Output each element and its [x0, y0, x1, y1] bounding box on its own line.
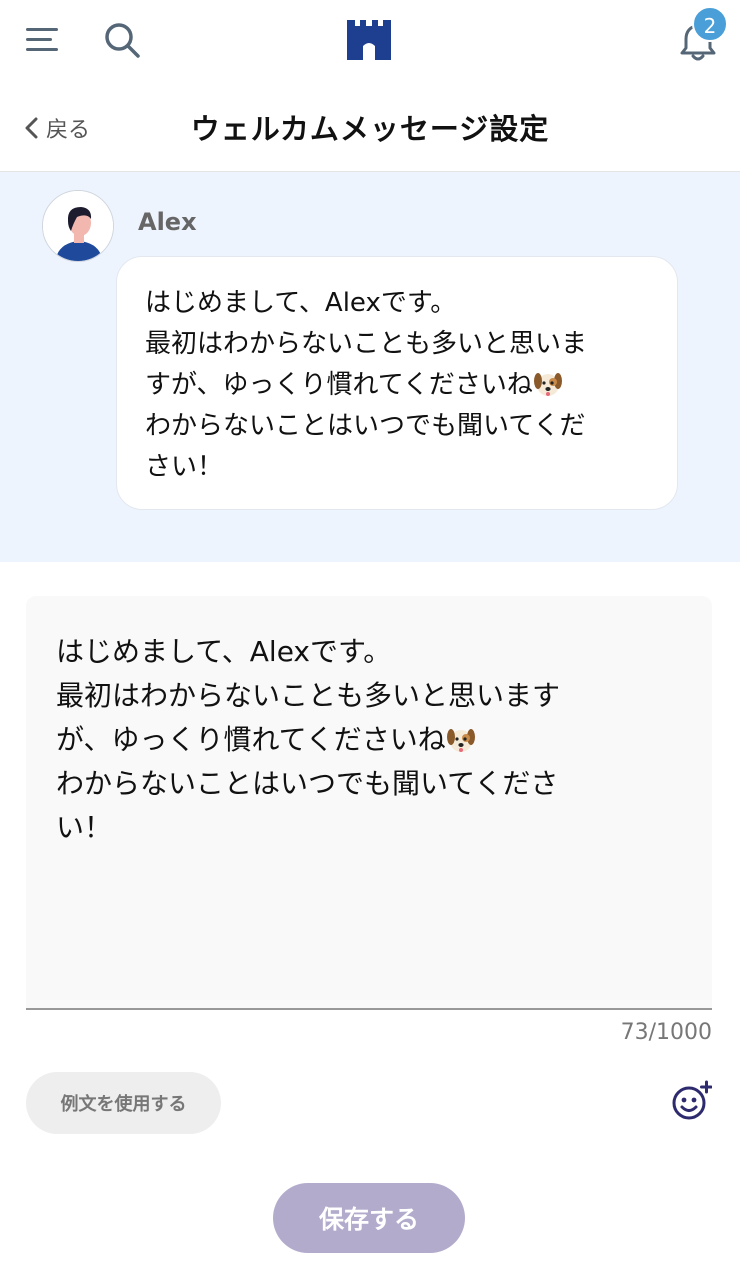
dog-emoji-icon: [533, 373, 562, 396]
dog-emoji-icon: [446, 729, 475, 752]
notification-badge: 2: [692, 6, 728, 42]
editor-line: はじめまして、Alexです。: [56, 635, 392, 668]
preview-line: すが、ゆっくり慣れてくださいね: [145, 370, 533, 400]
message-bubble: はじめまして、Alexです。 最初はわからないことも多いと思いま すが、ゆっくり…: [116, 256, 678, 510]
welcome-message-textarea[interactable]: はじめまして、Alexです。 最初はわからないことも多いと思います が、ゆっくり…: [26, 596, 712, 1010]
search-icon[interactable]: [102, 20, 142, 60]
editor-line: わからないことはいつでも聞いてくださ: [56, 767, 559, 800]
sender-name: Alex: [138, 208, 197, 236]
nav-bar: 戻る ウェルカムメッセージ設定: [0, 82, 740, 172]
menu-icon[interactable]: [24, 22, 60, 58]
editor-line: 最初はわからないことも多いと思います: [56, 679, 561, 712]
top-bar: 2: [0, 0, 740, 82]
message-preview: Alex はじめまして、Alexです。 最初はわからないことも多いと思いま すが…: [0, 172, 740, 562]
use-sample-text-button[interactable]: 例文を使用する: [26, 1072, 221, 1134]
castle-logo: [344, 18, 394, 62]
character-counter: 73/1000: [620, 1020, 712, 1045]
preview-line: はじめまして、Alexです。: [145, 288, 457, 318]
preview-line: わからないことはいつでも聞いてくだ: [145, 411, 586, 441]
preview-line: さい！: [145, 452, 224, 482]
save-button[interactable]: 保存する: [273, 1183, 465, 1253]
avatar: [42, 190, 114, 262]
page-title: ウェルカムメッセージ設定: [190, 112, 550, 146]
user-avatar-icon: [43, 191, 113, 261]
editor-line: が、ゆっくり慣れてくださいね: [56, 723, 446, 756]
preview-line: 最初はわからないことも多いと思いま: [145, 329, 588, 359]
emoji-add-icon[interactable]: [670, 1080, 713, 1122]
editor-line: い！: [56, 811, 113, 844]
